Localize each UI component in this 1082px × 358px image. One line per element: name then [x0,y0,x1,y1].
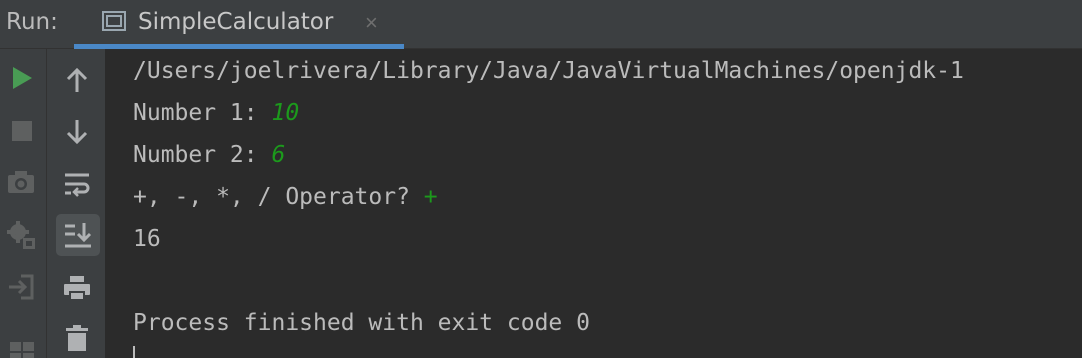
print-icon [64,276,90,301]
clear-all-button[interactable] [57,321,97,355]
console-exit-line: Process finished with exit code 0 [133,310,590,336]
tab-title: SimpleCalculator [138,9,334,35]
soft-wrap-icon [65,173,90,197]
run-button[interactable] [7,63,37,93]
prompt-number2: Number 2: [133,142,272,168]
scroll-to-end-icon [65,223,92,248]
stop-icon [12,121,32,141]
down-arrow-icon [66,120,88,145]
layout-button[interactable] [7,337,37,358]
prompt-operator: +, -, *, / Operator? [133,184,424,210]
layout-icon [10,342,34,358]
camera-icon [8,171,34,193]
import-button[interactable] [5,271,37,303]
console-window-icon [102,11,126,31]
console-path-line: /Users/joelrivera/Library/Java/JavaVirtu… [133,58,964,84]
run-label: Run: [6,9,58,35]
input-number1: 10 [271,100,300,126]
print-button[interactable] [57,271,97,305]
console-line-number2: Number 2: 6 [133,142,285,168]
run-icon [13,67,32,89]
debug-settings-button[interactable] [5,219,37,251]
screenshot-button[interactable] [5,167,37,197]
prompt-number1: Number 1: [133,100,272,126]
scroll-to-end-button[interactable] [56,214,100,256]
console-line-number1: Number 1: 10 [133,100,299,126]
input-number2: 6 [271,142,286,168]
input-operator: + [423,184,438,210]
console-toolbar [47,49,106,358]
trash-icon [66,325,88,351]
run-tool-window-header: Run: SimpleCalculator × [0,0,1082,49]
import-icon [9,274,34,300]
left-toolbar [0,49,47,358]
console-result-line: 16 [133,226,161,252]
soft-wrap-button[interactable] [57,167,97,201]
console-output[interactable]: /Users/joelrivera/Library/Java/JavaVirtu… [106,49,1082,358]
up-arrow-icon [66,67,88,92]
tab-close-icon[interactable]: × [365,10,378,36]
console-line-operator: +, -, *, / Operator? + [133,184,438,210]
scroll-up-button[interactable] [57,63,97,97]
settings-debug-icon [7,221,35,249]
stop-button[interactable] [7,116,37,146]
text-caret [133,346,135,358]
scroll-down-button[interactable] [57,115,97,149]
